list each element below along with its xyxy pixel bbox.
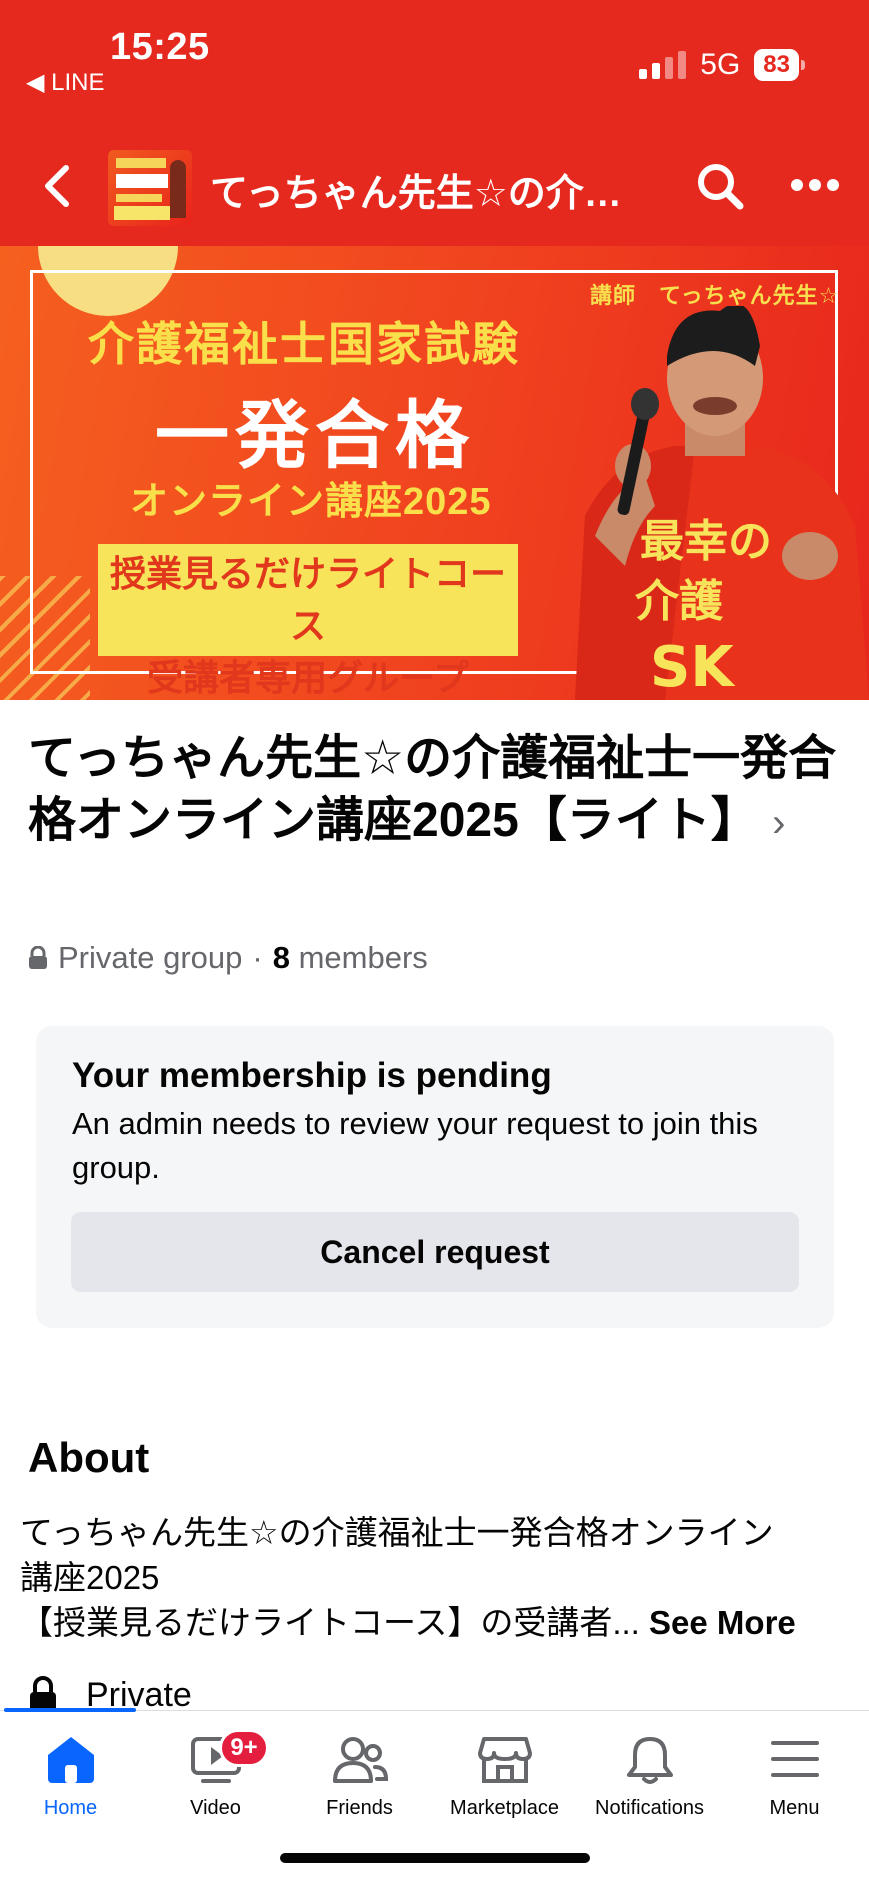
lecturer-photo: 最幸の 介護 SK [575, 306, 869, 700]
tab-marketplace[interactable]: Marketplace [432, 1735, 577, 1845]
privacy-label: Private group [58, 940, 243, 975]
back-to-app-link[interactable]: ◀ LINE [26, 68, 104, 97]
home-icon [47, 1737, 94, 1783]
pending-title: Your membership is pending [72, 1056, 552, 1095]
about-line2: 講座2025 [20, 1559, 160, 1596]
group-thumbnail[interactable] [108, 150, 192, 226]
network-label: 5G [700, 48, 741, 81]
about-heading: About [28, 1434, 150, 1481]
banner-course-box: 授業見るだけライトコース 受講者専用グループ [98, 544, 518, 698]
banner-box-line1: 授業見るだけライトコース [109, 553, 506, 646]
video-badge: 9+ [219, 1729, 269, 1767]
back-arrow-icon[interactable] [38, 162, 78, 210]
status-time: 15:25 [110, 26, 210, 68]
tab-friends-label: Friends [326, 1797, 393, 1819]
tab-menu-label: Menu [769, 1797, 820, 1819]
friends-icon [332, 1737, 388, 1783]
menu-icon [770, 1741, 819, 1777]
about-line3: 【授業見るだけライトコース】の受講者... [20, 1604, 640, 1641]
banner-box-line2: 受講者専用グループ [147, 657, 469, 698]
battery-icon: 83 [754, 49, 805, 81]
banner-line3: オンライン講座2025 [130, 481, 492, 523]
meta-separator: · [252, 940, 263, 975]
lock-icon [29, 946, 47, 969]
banner-line2: 一発合格 [155, 394, 475, 477]
header-nav: てっちゃん先生☆の介護福祉士一発合格オンライン講座2025【ライト】 [0, 148, 869, 228]
top-bar: 15:25 ◀ LINE 5G 83 てっちゃん先生☆の介護福祉士一発合格オンラ… [0, 0, 869, 246]
tab-notifications-label: Notifications [595, 1797, 704, 1819]
signal-icon [639, 51, 687, 79]
group-meta: Private group · 8 members [28, 940, 428, 976]
marketplace-icon [477, 1737, 532, 1783]
chevron-right-icon: › [772, 801, 786, 845]
member-count: 8 [272, 940, 290, 975]
tab-friends[interactable]: Friends [287, 1735, 432, 1845]
cancel-request-button[interactable]: Cancel request [71, 1212, 799, 1292]
search-icon[interactable] [694, 160, 746, 212]
lock-icon [30, 1676, 56, 1712]
tab-video-label: Video [190, 1797, 241, 1819]
bell-icon [626, 1737, 673, 1784]
tab-video[interactable]: 9+ Video [143, 1729, 288, 1845]
about-line1: てっちゃん先生☆の介護福祉士一発合格オンライン [20, 1514, 774, 1551]
active-tab-indicator [4, 1708, 136, 1712]
tab-marketplace-label: Marketplace [450, 1797, 559, 1819]
tab-home-label: Home [43, 1797, 98, 1819]
group-title-text: てっちゃん先生☆の介護福祉士一発合格オンライン講座2025【ライト】 [28, 732, 837, 847]
see-more-link[interactable]: See More [649, 1604, 796, 1641]
banner-line1: 介護福祉士国家試験 [88, 318, 520, 370]
about-private-row: Private [28, 1676, 192, 1712]
svg-text:SK: SK [650, 635, 736, 700]
pending-description: An admin needs to review your request to… [72, 1106, 758, 1185]
about-private-label: Private [86, 1676, 192, 1712]
home-indicator[interactable] [280, 1853, 590, 1863]
tab-home[interactable]: Home [0, 1735, 143, 1845]
cover-banner[interactable]: 講師 てっちゃん先生☆ 介護福祉士国家試験 一発合格 オンライン講座2025 授… [0, 246, 869, 700]
pending-membership-card: Your membership is pending An admin need… [36, 1026, 834, 1328]
header-title[interactable]: てっちゃん先生☆の介護福祉士一発合格オンライン講座2025【ライト】 [210, 162, 630, 217]
status-indicators: 5G 83 [639, 48, 805, 82]
tab-notifications[interactable]: Notifications [577, 1735, 722, 1845]
group-title[interactable]: てっちゃん先生☆の介護福祉士一発合格オンライン講座2025【ライト】 › [28, 728, 848, 854]
more-icon[interactable] [790, 178, 840, 192]
tab-menu[interactable]: Menu [722, 1735, 867, 1845]
svg-text:最幸の: 最幸の [640, 516, 772, 567]
about-description: てっちゃん先生☆の介護福祉士一発合格オンライン 講座2025 【授業見るだけライ… [20, 1510, 840, 1645]
members-label[interactable]: members [299, 940, 428, 975]
svg-text:介護: 介護 [635, 576, 724, 627]
